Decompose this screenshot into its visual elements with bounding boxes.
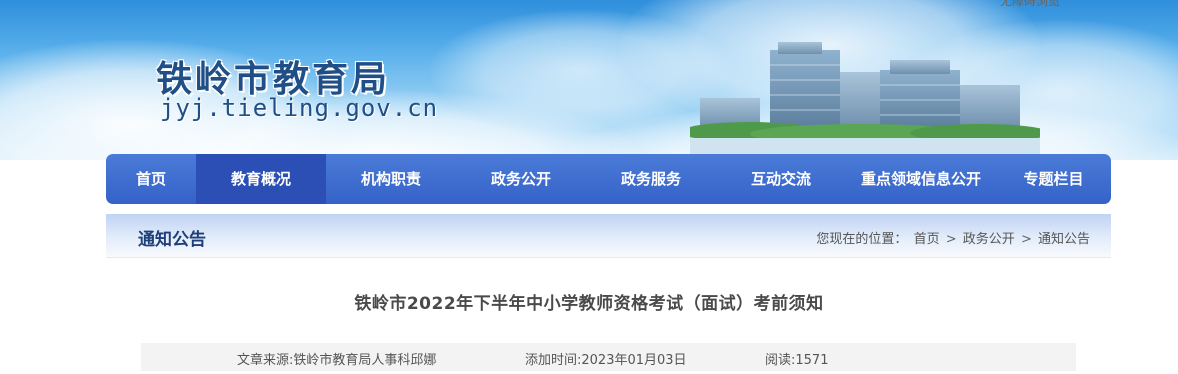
site-domain: jyj.tieling.gov.cn [160,94,439,122]
breadcrumb-affairs-link[interactable]: 政务公开 [963,232,1015,247]
breadcrumb-prefix: 您现在的位置： [816,232,908,247]
nav-item-interaction[interactable]: 互动交流 [716,154,846,204]
accessibility-link[interactable]: 无障碍浏览 [1000,0,1060,9]
article-view-count: 阅读:1571 [765,353,829,368]
breadcrumb-separator: > [1020,232,1032,247]
article-source: 文章来源:铁岭市教育局人事科邱娜 [237,353,437,368]
breadcrumb-notices-link[interactable]: 通知公告 [1038,232,1090,247]
nav-item-key-areas-info[interactable]: 重点领域信息公开 [846,154,996,204]
article-meta-bar: 文章来源:铁岭市教育局人事科邱娜 添加时间:2023年01月03日 阅读:157… [141,343,1076,371]
nav-item-education-overview[interactable]: 教育概况 [196,154,326,204]
main-nav: 首页 教育概况 机构职责 政务公开 政务服务 互动交流 重点领域信息公开 专题栏… [106,154,1111,204]
nav-item-institution-duties[interactable]: 机构职责 [326,154,456,204]
article-added-time: 添加时间:2023年01月03日 [525,353,687,368]
section-title: 通知公告 [138,230,206,250]
city-buildings-illustration [690,42,1040,155]
nav-item-special-topics[interactable]: 专题栏目 [996,154,1111,204]
nav-item-government-services[interactable]: 政务服务 [586,154,716,204]
header-banner: 无障碍浏览 铁岭市教育局 jyj.tieling.gov.cn [0,0,1178,160]
breadcrumb: 您现在的位置： 首页 > 政务公开 > 通知公告 [815,228,1091,247]
article-title: 铁岭市2022年下半年中小学教师资格考试（面试）考前须知 [354,294,824,314]
nav-item-government-affairs-disclosure[interactable]: 政务公开 [456,154,586,204]
breadcrumb-separator: > [945,232,957,247]
breadcrumb-home-link[interactable]: 首页 [914,232,940,247]
nav-item-home[interactable]: 首页 [106,154,196,204]
section-header: 通知公告 您现在的位置： 首页 > 政务公开 > 通知公告 [106,214,1111,258]
